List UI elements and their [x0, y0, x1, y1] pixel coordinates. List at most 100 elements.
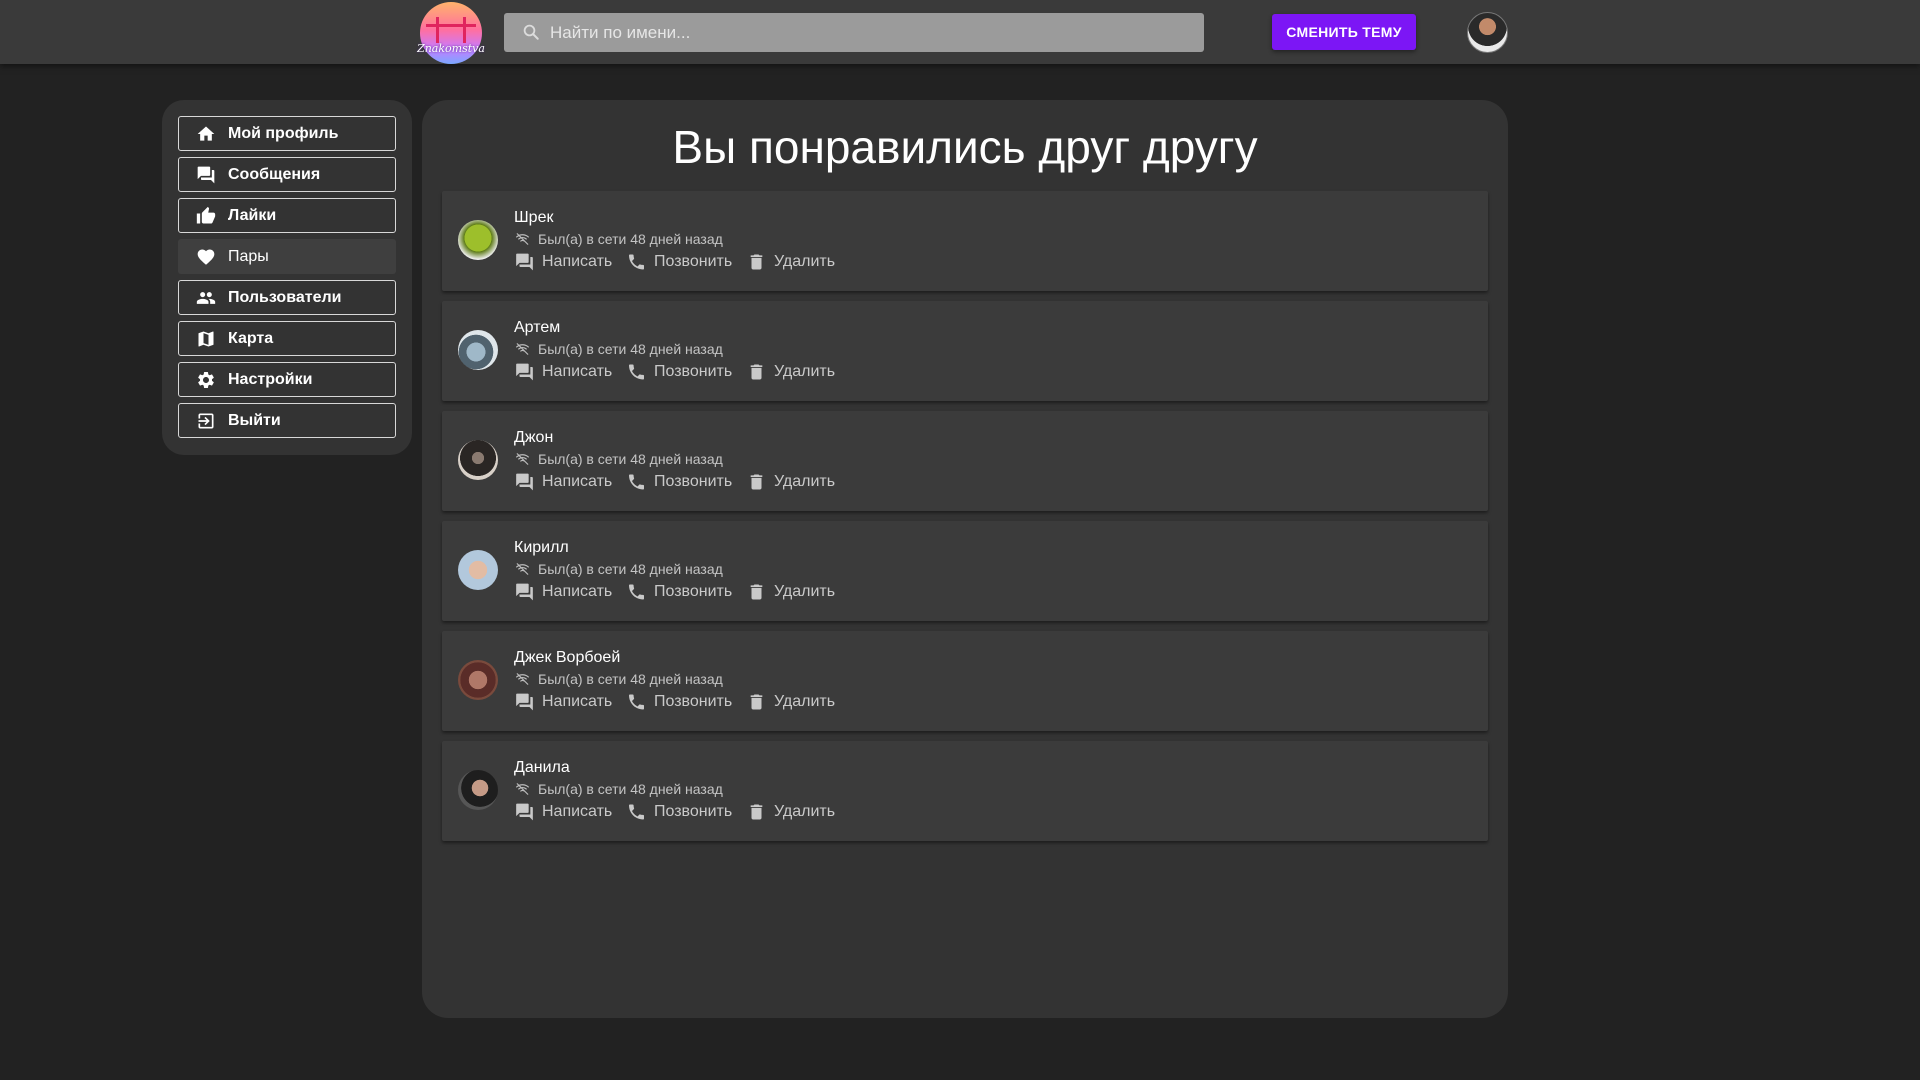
wifi-off-icon	[516, 563, 529, 575]
heart-icon	[197, 249, 215, 265]
phone-icon	[629, 694, 644, 710]
last-seen-text: Был(а) в сети 48 дней назад	[538, 781, 723, 797]
logo-bridge-graphic	[426, 17, 476, 43]
thumb-up-icon	[196, 206, 216, 224]
sidebar-item-label: Сообщения	[228, 166, 321, 183]
delete-label: Удалить	[774, 363, 836, 380]
write-label: Написать	[542, 803, 613, 820]
delete-label: Удалить	[774, 803, 836, 820]
match-name: Кирилл	[514, 539, 569, 556]
match-card: Джон Был(а) в сети 48 дней назад Написат…	[442, 411, 1488, 511]
delete-label: Удалить	[774, 583, 836, 600]
sidebar-item-label: Лайки	[228, 207, 277, 224]
phone-icon	[629, 804, 644, 820]
search-input[interactable]	[550, 13, 1190, 52]
match-card: Шрек Был(а) в сети 48 дней назад Написат…	[442, 191, 1488, 291]
chat-icon	[516, 693, 533, 711]
last-seen-text: Был(а) в сети 48 дней назад	[538, 671, 723, 687]
match-card: Кирилл Был(а) в сети 48 дней назад Напис…	[442, 521, 1488, 621]
match-actions: Написать Позвонить Удалить	[514, 801, 914, 823]
write-label: Написать	[542, 473, 613, 490]
call-label: Позвонить	[654, 473, 733, 490]
match-avatar[interactable]	[458, 220, 498, 260]
match-actions: Написать Позвонить Удалить	[514, 691, 914, 713]
call-label: Позвонить	[654, 803, 733, 820]
delete-label: Удалить	[774, 253, 836, 270]
match-actions: Написать Позвонить Удалить	[514, 251, 914, 273]
sidebar-item-label: Выйти	[228, 412, 281, 429]
match-avatar[interactable]	[458, 770, 498, 810]
last-seen-text: Был(а) в сети 48 дней назад	[538, 561, 723, 577]
logout-icon	[198, 413, 214, 429]
app-logo[interactable]: Znakomstva	[416, 2, 486, 64]
home-icon	[197, 126, 215, 141]
chat-icon	[516, 583, 533, 601]
sidebar-item-label: Настройки	[228, 371, 313, 388]
sidebar-item-likes[interactable]: Лайки	[178, 198, 396, 233]
phone-icon	[629, 364, 644, 380]
sidebar-item-label: Карта	[228, 330, 274, 347]
match-card: Джек Ворбоей Был(а) в сети 48 дней назад…	[442, 631, 1488, 731]
sidebar-nav: Мой профиль Сообщения Лайки Пары Пользов…	[162, 100, 412, 455]
sidebar-item-logout[interactable]: Выйти	[178, 403, 396, 438]
last-seen-text: Был(а) в сети 48 дней назад	[538, 341, 723, 357]
match-name: Джек Ворбоей	[514, 649, 621, 666]
wifi-off-icon	[516, 673, 529, 685]
match-avatar[interactable]	[458, 330, 498, 370]
call-label: Позвонить	[654, 253, 733, 270]
write-label: Написать	[542, 583, 613, 600]
match-name: Артем	[514, 319, 561, 336]
call-label: Позвонить	[654, 693, 733, 710]
match-avatar[interactable]	[458, 440, 498, 480]
wifi-off-icon	[516, 783, 529, 795]
top-app-bar: Znakomstva СМЕНИТЬ ТЕМУ	[0, 0, 1920, 64]
user-avatar[interactable]	[1467, 12, 1508, 53]
chat-icon	[516, 473, 533, 491]
match-card: Артем Был(а) в сети 48 дней назад Написа…	[442, 301, 1488, 401]
sidebar-item-users[interactable]: Пользователи	[178, 280, 396, 315]
chat-icon	[516, 253, 533, 271]
chat-icon	[197, 166, 215, 184]
search-icon	[523, 24, 539, 40]
phone-icon	[629, 474, 644, 490]
sidebar-item-settings[interactable]: Настройки	[178, 362, 396, 397]
search-box[interactable]	[504, 13, 1204, 52]
match-avatar[interactable]	[458, 550, 498, 590]
sidebar-item-label: Пользователи	[228, 289, 342, 306]
sidebar-item-pairs[interactable]: Пары	[178, 239, 396, 274]
sidebar-item-label: Мой профиль	[228, 125, 339, 142]
trash-icon	[750, 364, 763, 380]
sidebar-item-map[interactable]: Карта	[178, 321, 396, 356]
chat-icon	[516, 363, 533, 381]
write-label: Написать	[542, 253, 613, 270]
match-name: Джон	[514, 429, 554, 446]
match-avatar[interactable]	[458, 660, 498, 700]
sidebar-item-messages[interactable]: Сообщения	[178, 157, 396, 192]
sidebar-item-my-profile[interactable]: Мой профиль	[178, 116, 396, 151]
wifi-off-icon	[516, 233, 529, 245]
gear-icon	[198, 372, 214, 388]
match-actions: Написать Позвонить Удалить	[514, 361, 914, 383]
map-icon	[198, 331, 214, 347]
trash-icon	[750, 254, 763, 270]
match-actions: Написать Позвонить Удалить	[514, 581, 914, 603]
change-theme-button[interactable]: СМЕНИТЬ ТЕМУ	[1272, 14, 1416, 50]
chat-icon	[516, 803, 533, 821]
call-label: Позвонить	[654, 363, 733, 380]
trash-icon	[750, 694, 763, 710]
phone-icon	[629, 254, 644, 270]
matches-panel: Вы понравились друг другу Шрек Был(а) в …	[422, 100, 1508, 1018]
delete-label: Удалить	[774, 473, 836, 490]
people-icon	[196, 292, 216, 304]
phone-icon	[629, 584, 644, 600]
write-label: Написать	[542, 363, 613, 380]
last-seen-text: Был(а) в сети 48 дней назад	[538, 451, 723, 467]
match-card: Данила Был(а) в сети 48 дней назад Напис…	[442, 741, 1488, 841]
trash-icon	[750, 804, 763, 820]
wifi-off-icon	[516, 343, 529, 355]
trash-icon	[750, 584, 763, 600]
call-label: Позвонить	[654, 583, 733, 600]
logo-text: Znakomstva	[417, 42, 485, 55]
trash-icon	[750, 474, 763, 490]
write-label: Написать	[542, 693, 613, 710]
